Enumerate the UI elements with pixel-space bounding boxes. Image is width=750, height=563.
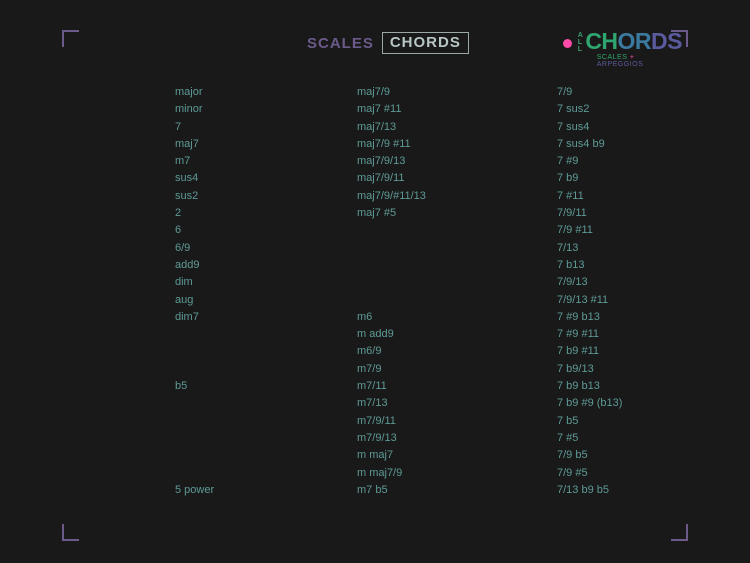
chord-item[interactable]: dim (175, 274, 357, 291)
chord-item[interactable]: m7/9/11 (357, 413, 557, 430)
chord-item[interactable]: 7 sus4 b9 (557, 136, 672, 153)
chord-item[interactable]: 7/9/11 (557, 205, 672, 222)
list-spacer (175, 447, 357, 464)
chord-item[interactable]: m7 b5 (357, 482, 557, 499)
chord-item[interactable]: maj7/9 (357, 84, 557, 101)
chord-item[interactable]: maj7/9/#11/13 (357, 188, 557, 205)
list-spacer (357, 274, 557, 291)
chord-item[interactable]: dim7 (175, 309, 357, 326)
chord-item[interactable]: 7 #5 (557, 430, 672, 447)
list-spacer (175, 326, 357, 343)
chord-item[interactable]: b5 (175, 378, 357, 395)
chord-item[interactable]: 7 b9 b13 (557, 378, 672, 395)
chord-item[interactable]: maj7 (175, 136, 357, 153)
chord-item[interactable]: m maj7 (357, 447, 557, 464)
chord-item[interactable]: 7 #9 b13 (557, 309, 672, 326)
mode-tabs: SCALES CHORDS (307, 32, 469, 54)
chord-item[interactable]: 7/9 #11 (557, 222, 672, 239)
chord-item[interactable]: m maj7/9 (357, 465, 557, 482)
app-logo: A L L CHORDS SCALES + ARPEGGIOS (563, 30, 682, 53)
chord-item[interactable]: 7/9 b5 (557, 447, 672, 464)
list-spacer (175, 465, 357, 482)
chord-item[interactable]: maj7/13 (357, 119, 557, 136)
chord-item[interactable]: 7/9/13 (557, 274, 672, 291)
chord-item[interactable]: 7 b9 (557, 170, 672, 187)
chord-item[interactable]: 5 power (175, 482, 357, 499)
chord-item[interactable]: 7 sus4 (557, 119, 672, 136)
logo-dot-icon (563, 39, 572, 48)
chord-item[interactable]: m7/11 (357, 378, 557, 395)
list-spacer (357, 222, 557, 239)
chord-item[interactable]: 7 b9 #9 (b13) (557, 395, 672, 412)
chord-item[interactable]: m7/9/13 (357, 430, 557, 447)
chord-item[interactable]: 7/9 #5 (557, 465, 672, 482)
chord-item[interactable]: maj7 #11 (357, 101, 557, 118)
chord-item[interactable]: minor (175, 101, 357, 118)
chord-item[interactable]: 6/9 (175, 240, 357, 257)
chord-item[interactable]: maj7/9/13 (357, 153, 557, 170)
chord-item[interactable]: 7/13 (557, 240, 672, 257)
chord-item[interactable]: aug (175, 292, 357, 309)
chord-item[interactable]: add9 (175, 257, 357, 274)
chord-column-3: 7/97 sus27 sus47 sus4 b97 #97 b97 #117/9… (557, 84, 672, 543)
logo-main-text: CHORDS (585, 30, 682, 53)
chord-item[interactable]: major (175, 84, 357, 101)
chord-item[interactable]: m6 (357, 309, 557, 326)
chord-list: majorminor7maj7m7sus4sus2266/9add9dimaug… (175, 84, 672, 543)
list-spacer (175, 395, 357, 412)
chord-item[interactable]: 7 #11 (557, 188, 672, 205)
header: SCALES CHORDS A L L CHORDS SCALES + ARPE… (0, 30, 750, 64)
list-spacer (175, 430, 357, 447)
chord-item[interactable]: m7 (175, 153, 357, 170)
chord-item[interactable]: sus4 (175, 170, 357, 187)
frame-corner-br (671, 524, 688, 541)
list-spacer (357, 240, 557, 257)
chord-item[interactable]: m6/9 (357, 343, 557, 360)
chord-item[interactable]: 7/9 (557, 84, 672, 101)
chord-item[interactable]: 7 #9 (557, 153, 672, 170)
chord-item[interactable]: m7/13 (357, 395, 557, 412)
chord-item[interactable]: m add9 (357, 326, 557, 343)
logo-subtitle: SCALES + ARPEGGIOS (597, 54, 682, 68)
chord-item[interactable]: 7 b13 (557, 257, 672, 274)
chord-item[interactable]: 7/9/13 #11 (557, 292, 672, 309)
chord-item[interactable]: 7 sus2 (557, 101, 672, 118)
list-spacer (175, 361, 357, 378)
chord-item[interactable]: maj7/9 #11 (357, 136, 557, 153)
list-spacer (175, 343, 357, 360)
chord-item[interactable]: 2 (175, 205, 357, 222)
list-spacer (175, 413, 357, 430)
tab-scales[interactable]: SCALES (307, 35, 374, 52)
chord-item[interactable]: m7/9 (357, 361, 557, 378)
chord-item[interactable]: 7 (175, 119, 357, 136)
chord-item[interactable]: 7 b9 #11 (557, 343, 672, 360)
list-spacer (357, 257, 557, 274)
chord-column-2: maj7/9maj7 #11maj7/13maj7/9 #11maj7/9/13… (357, 84, 557, 543)
chord-item[interactable]: 7 b5 (557, 413, 672, 430)
chord-item[interactable]: maj7 #5 (357, 205, 557, 222)
chord-column-1: majorminor7maj7m7sus4sus2266/9add9dimaug… (175, 84, 357, 543)
logo-all-label: A L L (578, 32, 584, 53)
chord-item[interactable]: 7/13 b9 b5 (557, 482, 672, 499)
chord-item[interactable]: 7 #9 #11 (557, 326, 672, 343)
frame-corner-bl (62, 524, 79, 541)
chord-item[interactable]: 7 b9/13 (557, 361, 672, 378)
list-spacer (357, 292, 557, 309)
chord-item[interactable]: 6 (175, 222, 357, 239)
chord-item[interactable]: maj7/9/11 (357, 170, 557, 187)
tab-chords[interactable]: CHORDS (382, 32, 469, 54)
chord-item[interactable]: sus2 (175, 188, 357, 205)
